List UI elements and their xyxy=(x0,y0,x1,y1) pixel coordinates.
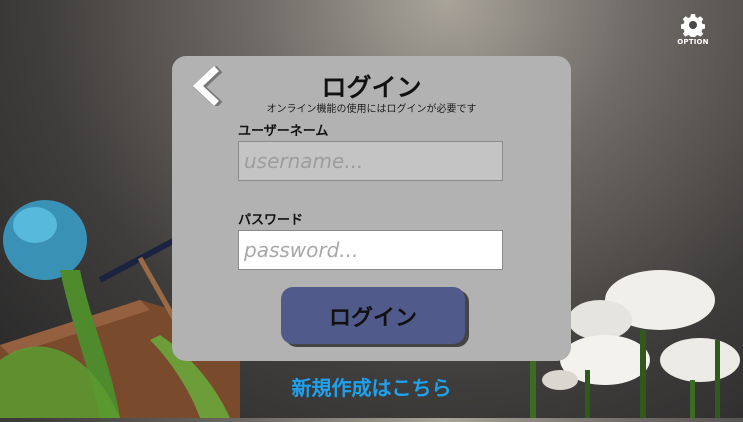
register-link[interactable]: 新規作成はこちら xyxy=(0,372,743,401)
option-button[interactable]: OPTION xyxy=(674,13,712,46)
password-input[interactable] xyxy=(238,230,503,270)
username-label: ユーザーネーム xyxy=(238,124,329,139)
login-button[interactable]: ログイン xyxy=(281,287,465,344)
username-input[interactable] xyxy=(238,141,503,181)
option-label: OPTION xyxy=(677,38,709,46)
password-label: パスワード xyxy=(238,213,304,228)
dialog-title: ログイン xyxy=(321,73,422,102)
login-dialog: ログイン オンライン機能の使用にはログインが必要です ユーザーネーム パスワード… xyxy=(172,56,571,361)
dialog-subtitle: オンライン機能の使用にはログインが必要です xyxy=(266,104,477,115)
gear-icon xyxy=(681,14,705,37)
